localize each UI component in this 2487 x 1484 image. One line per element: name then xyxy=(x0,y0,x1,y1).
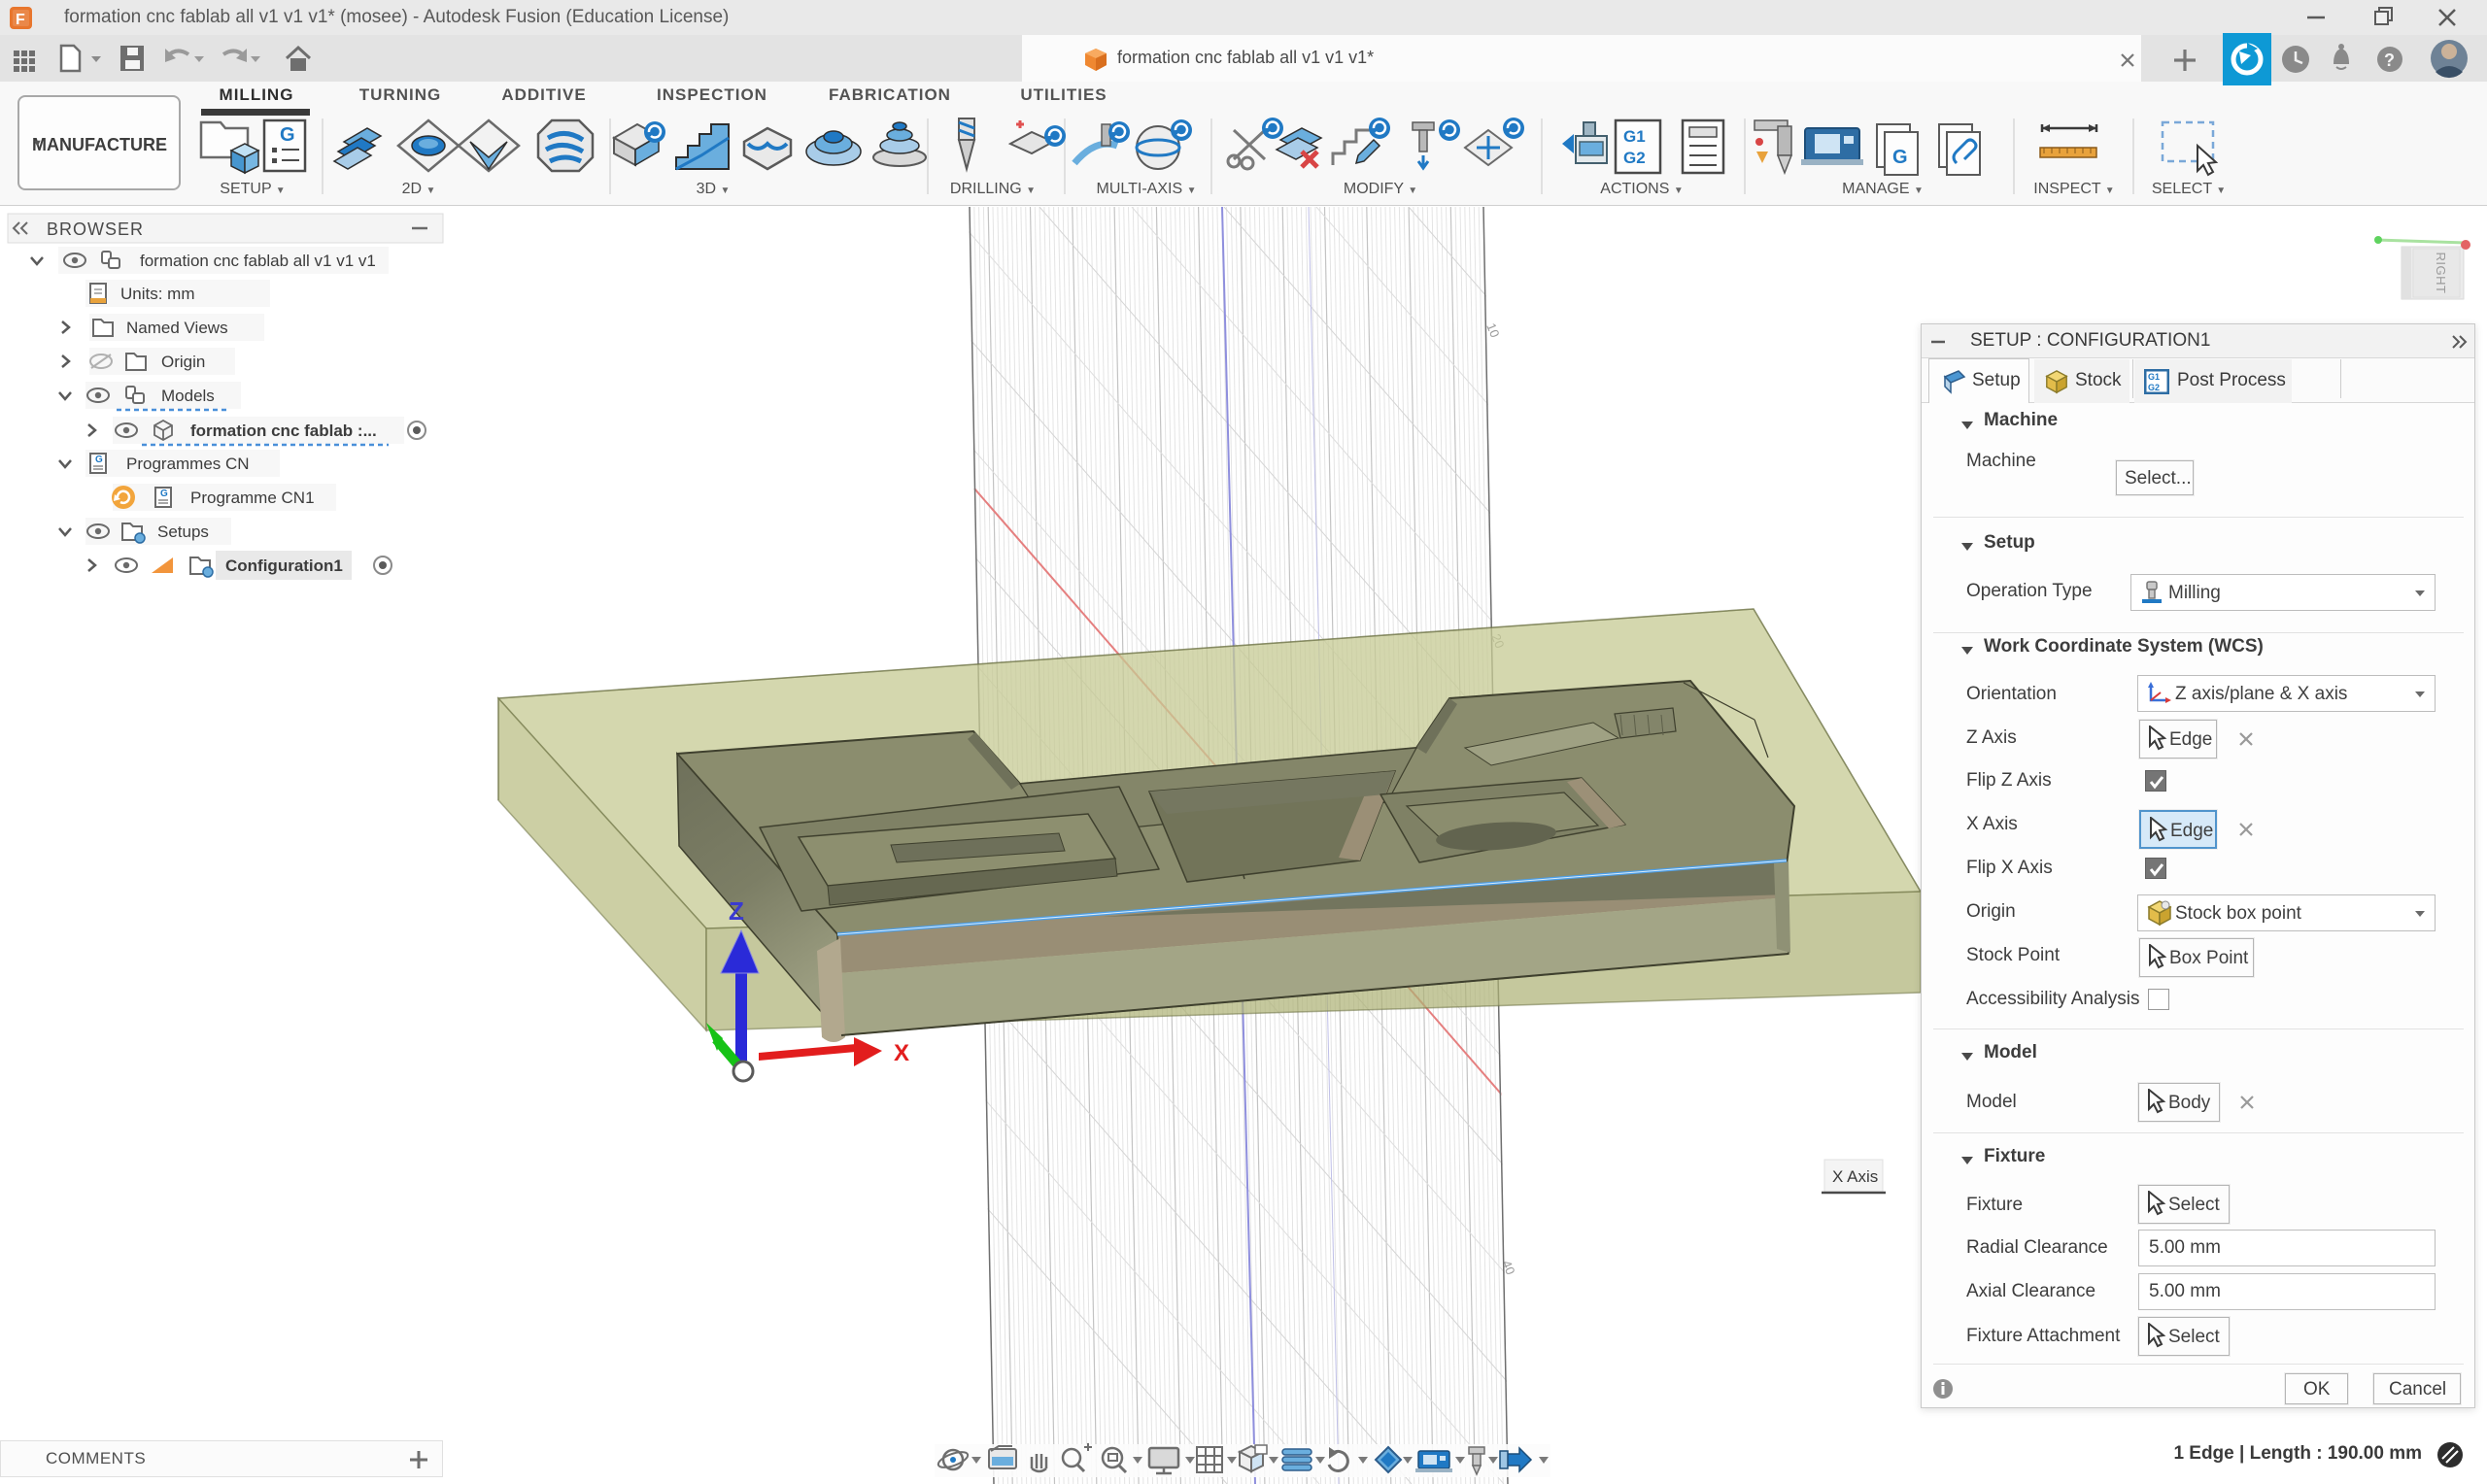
svg-text:Origin: Origin xyxy=(161,353,205,371)
svg-text:Setups: Setups xyxy=(157,523,209,541)
svg-text:40: 40 xyxy=(1499,1259,1517,1277)
svg-text:BROWSER: BROWSER xyxy=(47,219,144,239)
svg-text:Named Views: Named Views xyxy=(126,319,228,337)
svg-text:G: G xyxy=(95,455,103,465)
svg-text:Programme CN1: Programme CN1 xyxy=(190,489,315,507)
svg-text:?: ? xyxy=(2384,51,2395,70)
svg-text:RIGHT: RIGHT xyxy=(2434,253,2448,294)
svg-text:G2: G2 xyxy=(1623,149,1646,167)
svg-text:G: G xyxy=(160,489,168,499)
svg-text:G: G xyxy=(280,124,295,146)
svg-text:formation cnc fablab all v1 v1: formation cnc fablab all v1 v1 v1 xyxy=(140,252,376,270)
svg-text:G1: G1 xyxy=(1623,127,1646,146)
svg-text:Programmes CN: Programmes CN xyxy=(126,455,250,473)
svg-text:G2: G2 xyxy=(2148,383,2160,392)
svg-text:X: X xyxy=(894,1040,909,1066)
svg-text:Z: Z xyxy=(729,896,744,926)
svg-text:Models: Models xyxy=(161,387,215,405)
svg-text:F: F xyxy=(16,12,25,28)
svg-text:formation cnc fablab :...: formation cnc fablab :... xyxy=(190,422,377,440)
svg-text:X Axis: X Axis xyxy=(1832,1167,1878,1186)
svg-text:G1: G1 xyxy=(2148,372,2160,382)
svg-text:G: G xyxy=(1892,147,1908,168)
svg-text:Configuration1: Configuration1 xyxy=(225,556,343,575)
svg-text:Units: mm: Units: mm xyxy=(120,285,195,303)
